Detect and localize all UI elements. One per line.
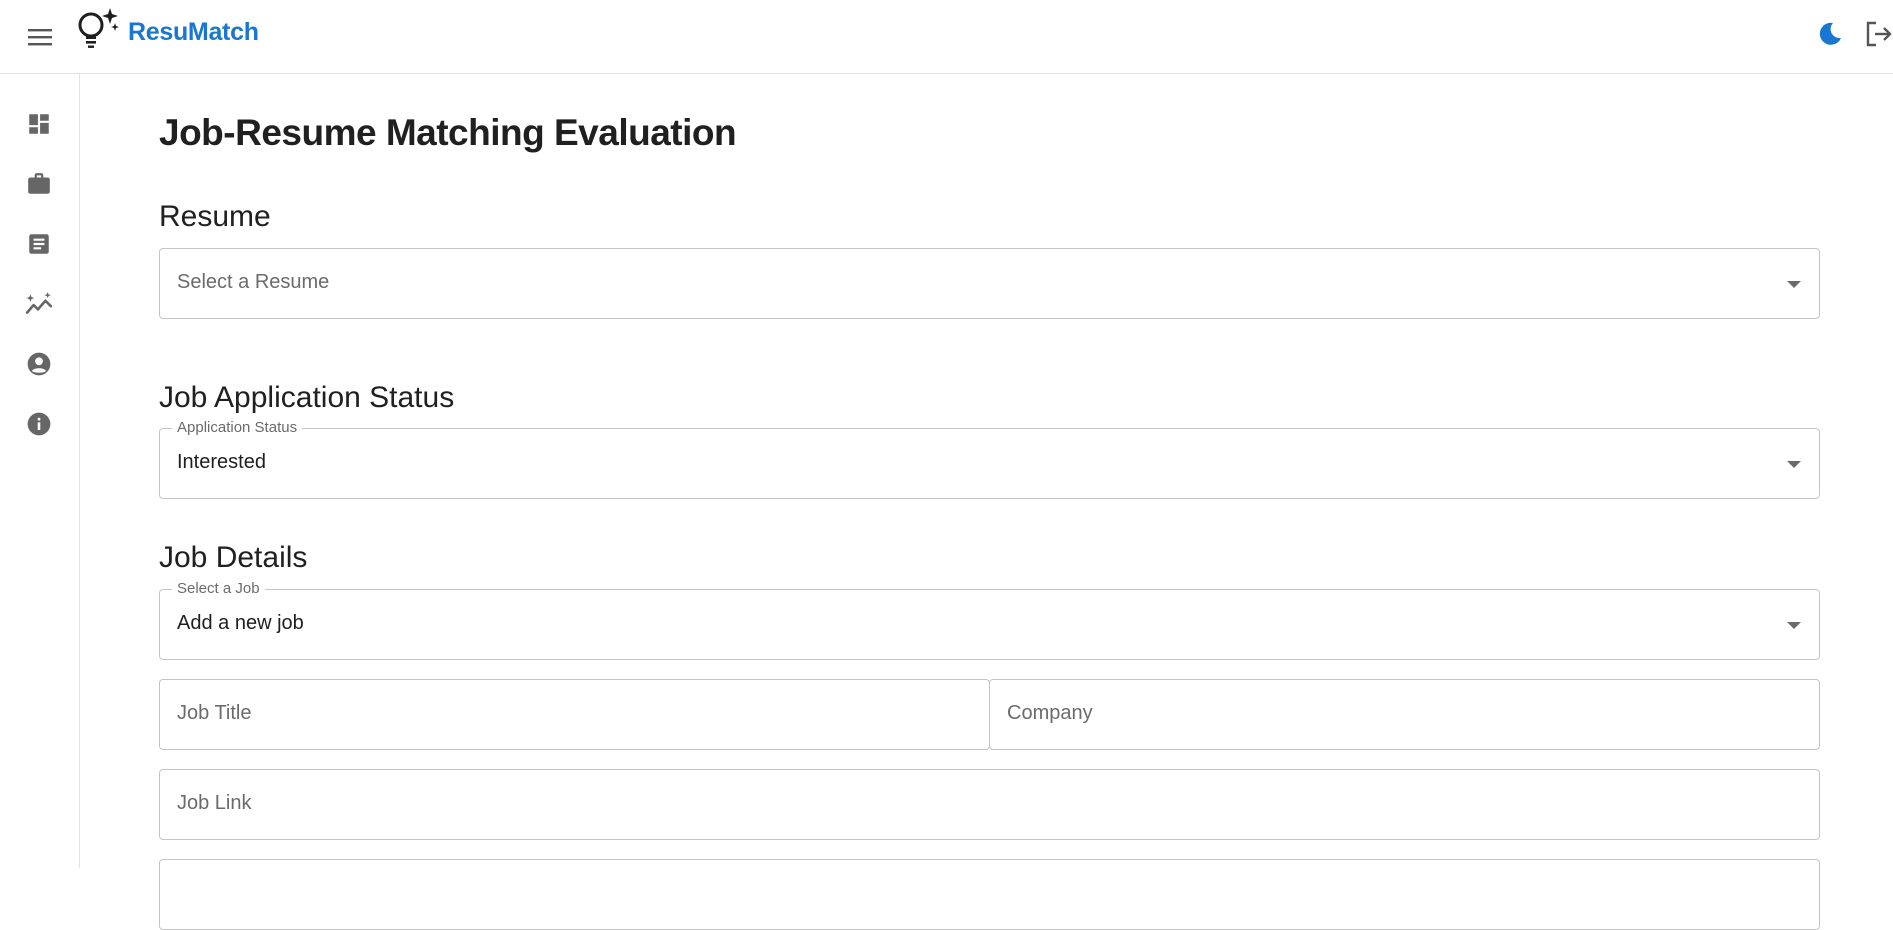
document-icon [29,234,49,254]
company-placeholder: Company [1007,702,1093,724]
company-input[interactable]: Company [989,679,1820,750]
account-icon [27,352,51,376]
job-select-label: Select a Job [172,580,265,598]
job-details-heading: Job Details [159,541,308,574]
job-select[interactable]: Select a Job Add a new job [159,580,1820,660]
menu-icon [28,29,52,46]
application-status-label: Application Status [172,419,303,437]
menu-button[interactable] [22,19,58,55]
resume-section-heading: Resume [159,200,271,233]
theme-toggle-button[interactable] [1814,18,1846,50]
nav-account[interactable] [20,345,58,383]
job-link-input[interactable]: Job Link [159,769,1820,840]
job-select-value: Add a new job [177,612,304,634]
nav-jobs[interactable] [20,165,58,203]
nav-dashboard[interactable] [20,105,58,143]
dashboard-icon [29,114,49,134]
info-icon [27,412,51,436]
application-status-select[interactable]: Application Status Interested [159,419,1820,499]
lightbulb-sparkle-icon [78,8,119,48]
nav-analytics[interactable] [20,285,58,323]
chevron-down-icon [1787,461,1801,468]
chevron-down-icon [1787,622,1801,629]
brand-name[interactable]: ResuMatch [128,18,259,47]
nav-resumes[interactable] [20,225,58,263]
app-bar: ResuMatch [0,0,1893,74]
logout-button[interactable] [1862,16,1893,52]
application-status-value: Interested [177,451,266,473]
resume-select-placeholder: Select a Resume [177,271,330,293]
status-section-heading: Job Application Status [159,381,455,414]
page-title: Job-Resume Matching Evaluation [159,112,737,153]
job-title-input[interactable]: Job Title [159,679,990,750]
nav-about[interactable] [20,405,58,443]
resume-select[interactable]: Select a Resume [159,248,1820,319]
job-description-input[interactable] [159,859,1820,930]
job-title-placeholder: Job Title [177,702,252,724]
job-link-placeholder: Job Link [177,792,252,814]
logout-icon [1866,21,1892,47]
side-navigation-rail [0,74,80,868]
analytics-icon [25,292,53,314]
briefcase-icon [28,173,50,194]
moon-icon [1819,22,1841,45]
chevron-down-icon [1787,281,1801,288]
